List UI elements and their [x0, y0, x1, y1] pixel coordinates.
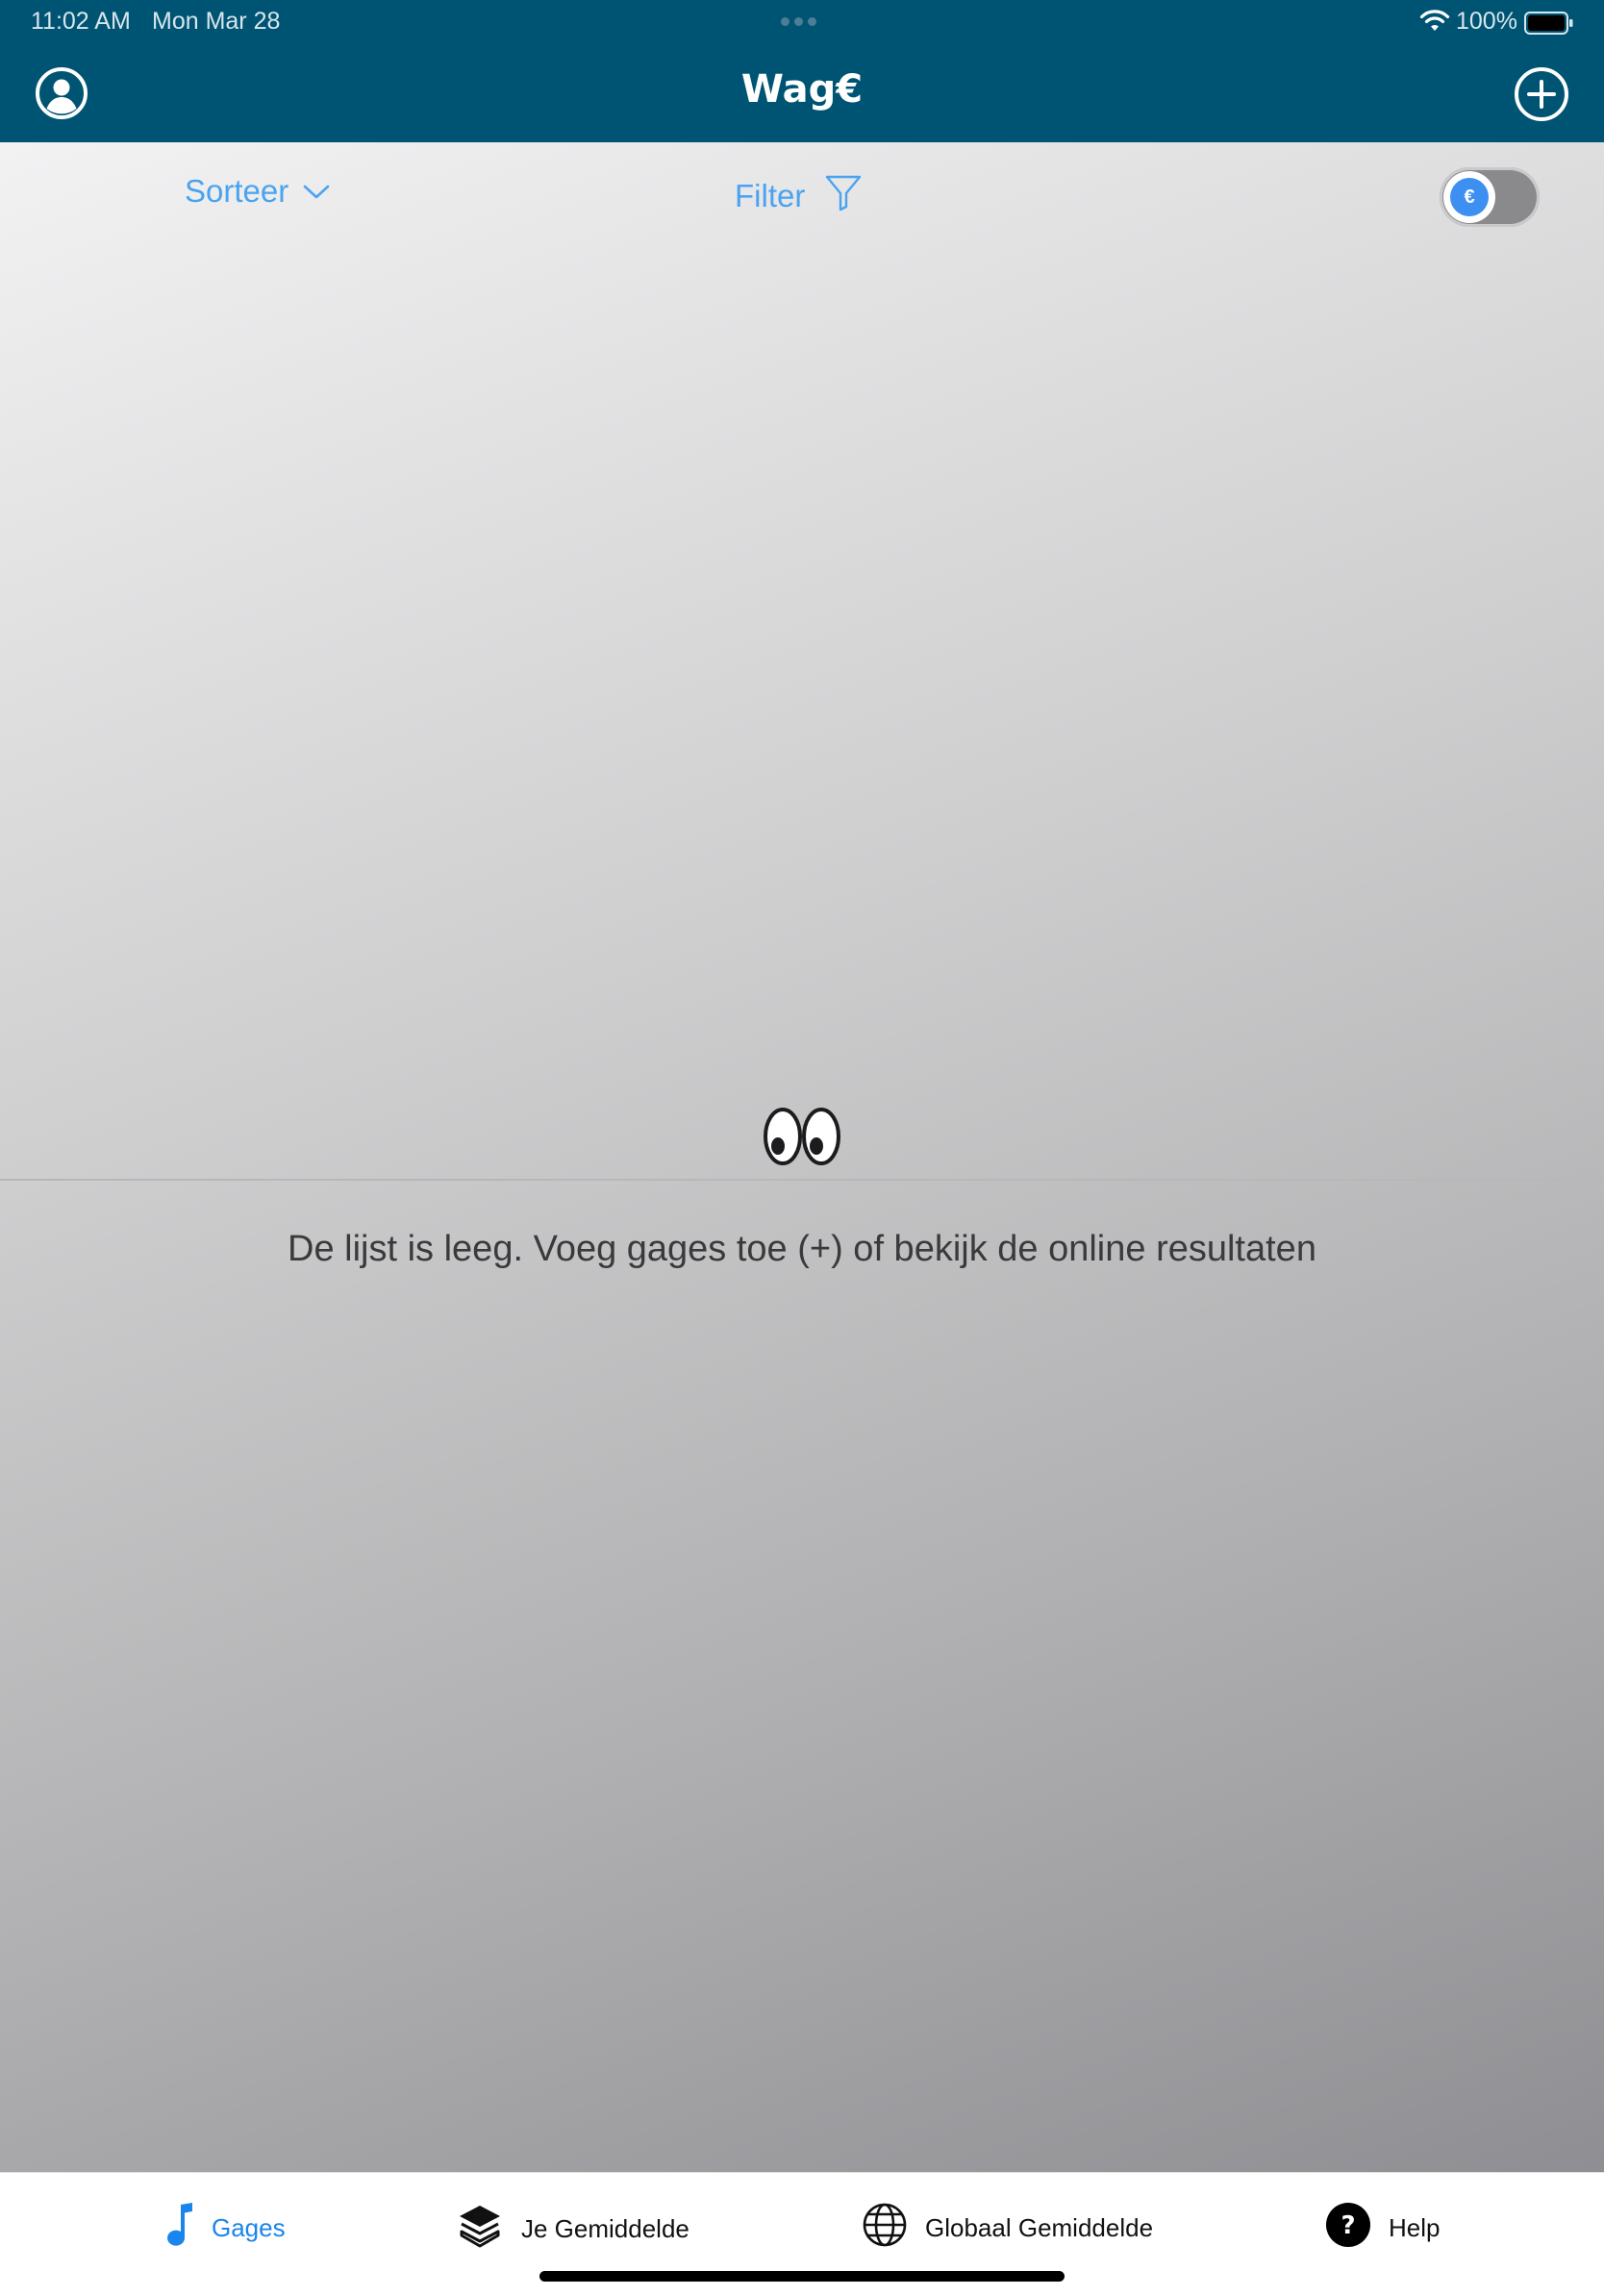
sort-label: Sorteer [185, 173, 289, 209]
tab-gages[interactable]: Gages [163, 2202, 286, 2255]
app-logo: Wag€ [0, 60, 1604, 122]
layers-icon [456, 2202, 504, 2257]
add-gage-button[interactable] [1514, 66, 1569, 127]
tab-help[interactable]: ? Help [1325, 2202, 1440, 2255]
chevron-down-icon [302, 173, 331, 210]
question-circle-icon: ? [1325, 2202, 1371, 2255]
music-note-icon [163, 2202, 194, 2255]
status-date: Mon Mar 28 [152, 8, 281, 35]
app-header: 11:02 AM Mon Mar 28 100% Wag€ [0, 0, 1604, 142]
tab-help-label: Help [1389, 2213, 1441, 2242]
eyes-icon [763, 1106, 841, 1172]
filter-label: Filter [735, 178, 806, 213]
tab-je-gemiddelde[interactable]: Je Gemiddelde [456, 2202, 689, 2257]
globe-icon [862, 2202, 908, 2255]
battery-percentage: 100% [1456, 8, 1517, 35]
tab-globaal-gemiddelde[interactable]: Globaal Gemiddelde [862, 2202, 1153, 2255]
status-time: 11:02 AM [31, 8, 131, 35]
logo-text: Wag€ [741, 67, 863, 112]
home-indicator [539, 2271, 1065, 2282]
wifi-icon [1419, 10, 1450, 37]
battery-icon [1524, 12, 1574, 39]
empty-state-message: De lijst is leeg. Voeg gages toe (+) of … [288, 1229, 1316, 1269]
plus-circle-icon [1514, 67, 1569, 126]
tab-je-gemiddelde-label: Je Gemiddelde [521, 2214, 689, 2243]
sort-button[interactable]: Sorteer [185, 173, 331, 210]
toggle-knob: € [1443, 171, 1495, 223]
divider [0, 1179, 1604, 1181]
funnel-icon [824, 173, 863, 219]
multitasking-dots[interactable] [781, 17, 816, 26]
euro-icon: € [1450, 178, 1489, 216]
currency-toggle[interactable]: € [1440, 167, 1540, 227]
svg-text:?: ? [1341, 2211, 1355, 2240]
filter-button[interactable]: Filter [735, 173, 863, 219]
logo-wordmark: Wag€ [741, 67, 863, 112]
tab-gages-label: Gages [212, 2213, 286, 2242]
tab-globaal-gemiddelde-label: Globaal Gemiddelde [925, 2213, 1154, 2242]
